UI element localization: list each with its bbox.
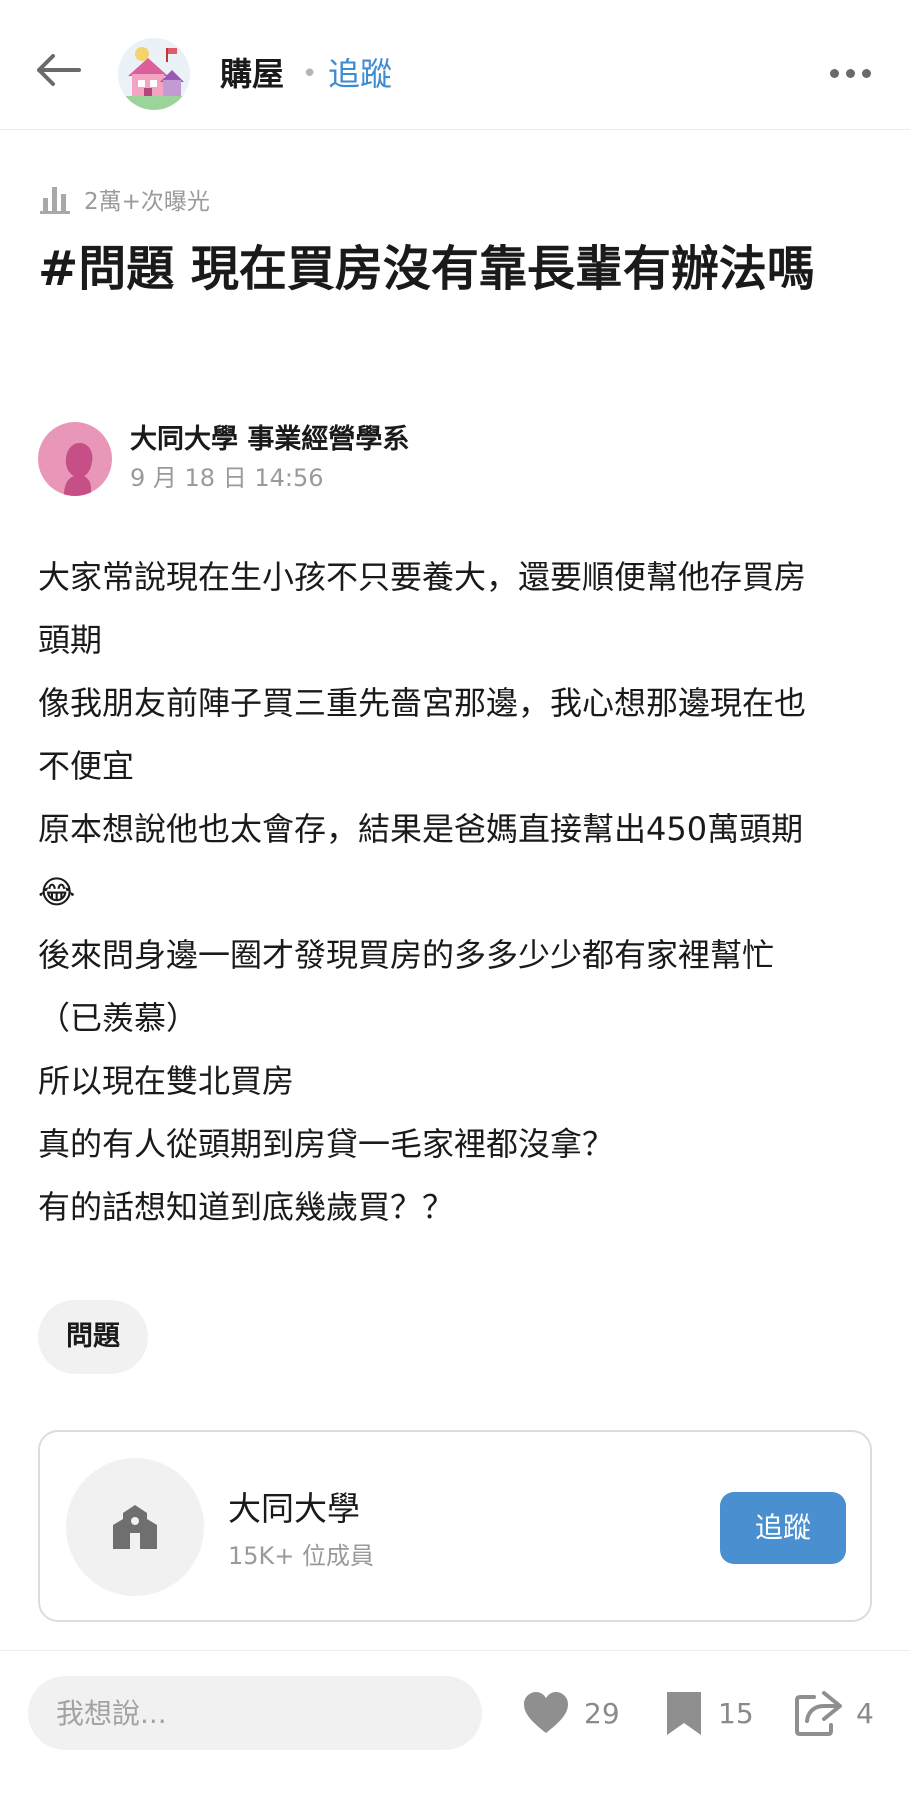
post-body-line: 不便宜	[38, 747, 135, 785]
comment-input[interactable]	[28, 1676, 482, 1750]
author-avatar[interactable]	[38, 422, 112, 496]
post-body: 大家常說現在生小孩不只要養大，還要順便幫他存買房 頭期 像我朋友前陣子買三重先嗇…	[38, 546, 878, 1239]
post-body-line: 像我朋友前陣子買三重先嗇宮那邊，我心想那邊現在也	[38, 684, 807, 722]
post-body-line: 原本想說他也太會存，結果是爸媽直接幫出450萬頭期	[38, 810, 804, 848]
board-member-count: 15K+ 位成員	[228, 1542, 375, 1570]
post-timestamp: 9 月 18 日 14:56	[130, 464, 324, 492]
post-body-line: 有的話想知道到底幾歲買？？	[38, 1188, 455, 1226]
bookmark-icon	[667, 1692, 701, 1735]
share-count: 4	[856, 1696, 874, 1730]
post-body-line: 大家常說現在生小孩不只要養大，還要順便幫他存買房	[38, 558, 807, 596]
follow-forum-link[interactable]: 追蹤	[328, 54, 392, 94]
arrow-left-icon	[37, 54, 81, 86]
female-avatar-icon	[64, 442, 93, 496]
more-dots-icon	[829, 68, 839, 78]
post-body-line: 後來問身邊一圈才發現買房的多多少少都有家裡幫忙	[38, 936, 775, 974]
forum-name[interactable]: 購屋	[220, 54, 284, 94]
top-header: 購屋 • 追蹤	[0, 0, 910, 130]
board-avatar	[66, 1458, 204, 1596]
views-text: 2萬+次曝光	[84, 189, 210, 215]
follow-board-button[interactable]: 追蹤	[720, 1492, 846, 1564]
bookmark-button[interactable]: 15	[664, 1687, 754, 1739]
post-title: #問題 現在買房沒有靠長輩有辦法嗎	[38, 241, 815, 297]
bar-chart-icon	[40, 187, 70, 214]
board-name: 大同大學	[228, 1489, 360, 1528]
more-dots-icon	[861, 68, 871, 78]
share-button[interactable]: 4	[794, 1687, 874, 1739]
topic-tag[interactable]: 問題	[38, 1300, 148, 1374]
share-icon	[795, 1691, 842, 1736]
post-body-line: 真的有人從頭期到房貸一毛家裡都沒拿？	[38, 1125, 615, 1163]
house-illustration-icon	[118, 38, 190, 110]
author-name[interactable]: 大同大學 事業經營學系	[130, 422, 409, 458]
board-card[interactable]: 大同大學 15K+ 位成員 追蹤	[38, 1430, 872, 1622]
post-body-line: 所以現在雙北買房	[38, 1062, 295, 1100]
building-icon	[113, 1505, 157, 1549]
bookmark-count: 15	[718, 1696, 754, 1730]
view-count: 2萬+次曝光	[40, 182, 210, 216]
more-dots-icon	[845, 68, 855, 78]
forum-avatar[interactable]	[118, 38, 190, 110]
heart-icon	[524, 1692, 568, 1733]
like-count: 29	[584, 1696, 620, 1730]
separator-dot: •	[302, 59, 318, 89]
like-button[interactable]: 29	[522, 1687, 620, 1739]
more-options-button[interactable]	[822, 58, 878, 88]
post-body-line: 😂	[38, 873, 76, 911]
post-body-line: （已羨慕）	[38, 999, 199, 1037]
post-body-line: 頭期	[38, 621, 103, 659]
back-button[interactable]	[30, 42, 86, 98]
bottom-action-bar: 29 15 4	[0, 1650, 910, 1802]
